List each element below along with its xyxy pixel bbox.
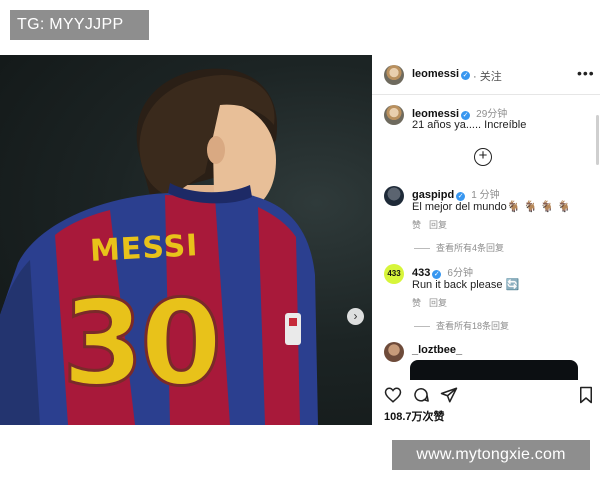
scrollbar[interactable] bbox=[596, 115, 599, 165]
reply-line-divider bbox=[414, 326, 430, 328]
reply-line-divider bbox=[414, 248, 430, 250]
caption-avatar[interactable] bbox=[384, 105, 404, 125]
comment-username[interactable]: 433 ✓ 6分钟 bbox=[412, 264, 473, 279]
heart-icon[interactable] bbox=[384, 386, 402, 404]
follow-button[interactable]: · 关注 bbox=[473, 68, 502, 84]
author-avatar[interactable] bbox=[384, 65, 404, 85]
view-replies-button[interactable]: 查看所有18条回复 bbox=[414, 319, 509, 332]
comment-reply-button[interactable]: 回复 bbox=[429, 218, 447, 231]
comment-avatar[interactable] bbox=[384, 186, 404, 206]
jersey-name: MESSI bbox=[89, 228, 200, 269]
comment-username[interactable]: gaspipd ✓ 1 分钟 bbox=[412, 186, 500, 201]
share-icon[interactable] bbox=[440, 386, 458, 404]
comment-like-button[interactable]: 赞 bbox=[412, 296, 421, 309]
more-horizontal-icon[interactable]: ••• bbox=[577, 65, 595, 81]
verified-icon: ✓ bbox=[461, 71, 471, 80]
comment-avatar[interactable]: 433 bbox=[384, 264, 404, 284]
jersey-number: 30 bbox=[60, 273, 223, 414]
post-header: leomessi ✓ · 关注 ••• bbox=[372, 55, 600, 95]
comment-text: El mejor del mundo🐐 🐐 🐐 🐐 bbox=[412, 201, 571, 213]
like-count[interactable]: 108.7万次赞 bbox=[384, 408, 445, 424]
comment-username[interactable]: _loztbee_ bbox=[412, 344, 462, 356]
author-username[interactable]: leomessi ✓ bbox=[412, 68, 471, 80]
caption-username[interactable]: leomessi ✓ 29分钟 bbox=[412, 105, 507, 120]
comment-reply-button[interactable]: 回复 bbox=[429, 296, 447, 309]
comment-like-button[interactable]: 赞 bbox=[412, 218, 421, 231]
view-replies-button[interactable]: 查看所有4条回复 bbox=[414, 241, 504, 254]
action-bar: 108.7万次赞 bbox=[372, 380, 600, 425]
site-watermark: www.mytongxie.com bbox=[392, 440, 590, 470]
comment-text: Run it back please 🔄 bbox=[412, 279, 520, 291]
post-photo[interactable]: MESSI 30 › bbox=[0, 55, 372, 425]
post-side-panel: leomessi ✓ · 关注 ••• leomessi ✓ 29分钟 21 año… bbox=[372, 55, 600, 425]
plus-circle-icon[interactable]: + bbox=[474, 148, 492, 166]
chevron-right-icon: › bbox=[353, 309, 358, 323]
channel-tag: TG: MYYJJPP bbox=[10, 10, 149, 40]
comment-avatar[interactable] bbox=[384, 342, 404, 362]
comment-icon[interactable] bbox=[412, 386, 430, 404]
next-photo-button[interactable]: › bbox=[347, 308, 364, 325]
caption-text: 21 años ya..... Increíble bbox=[412, 119, 527, 131]
bookmark-icon[interactable] bbox=[577, 386, 595, 404]
